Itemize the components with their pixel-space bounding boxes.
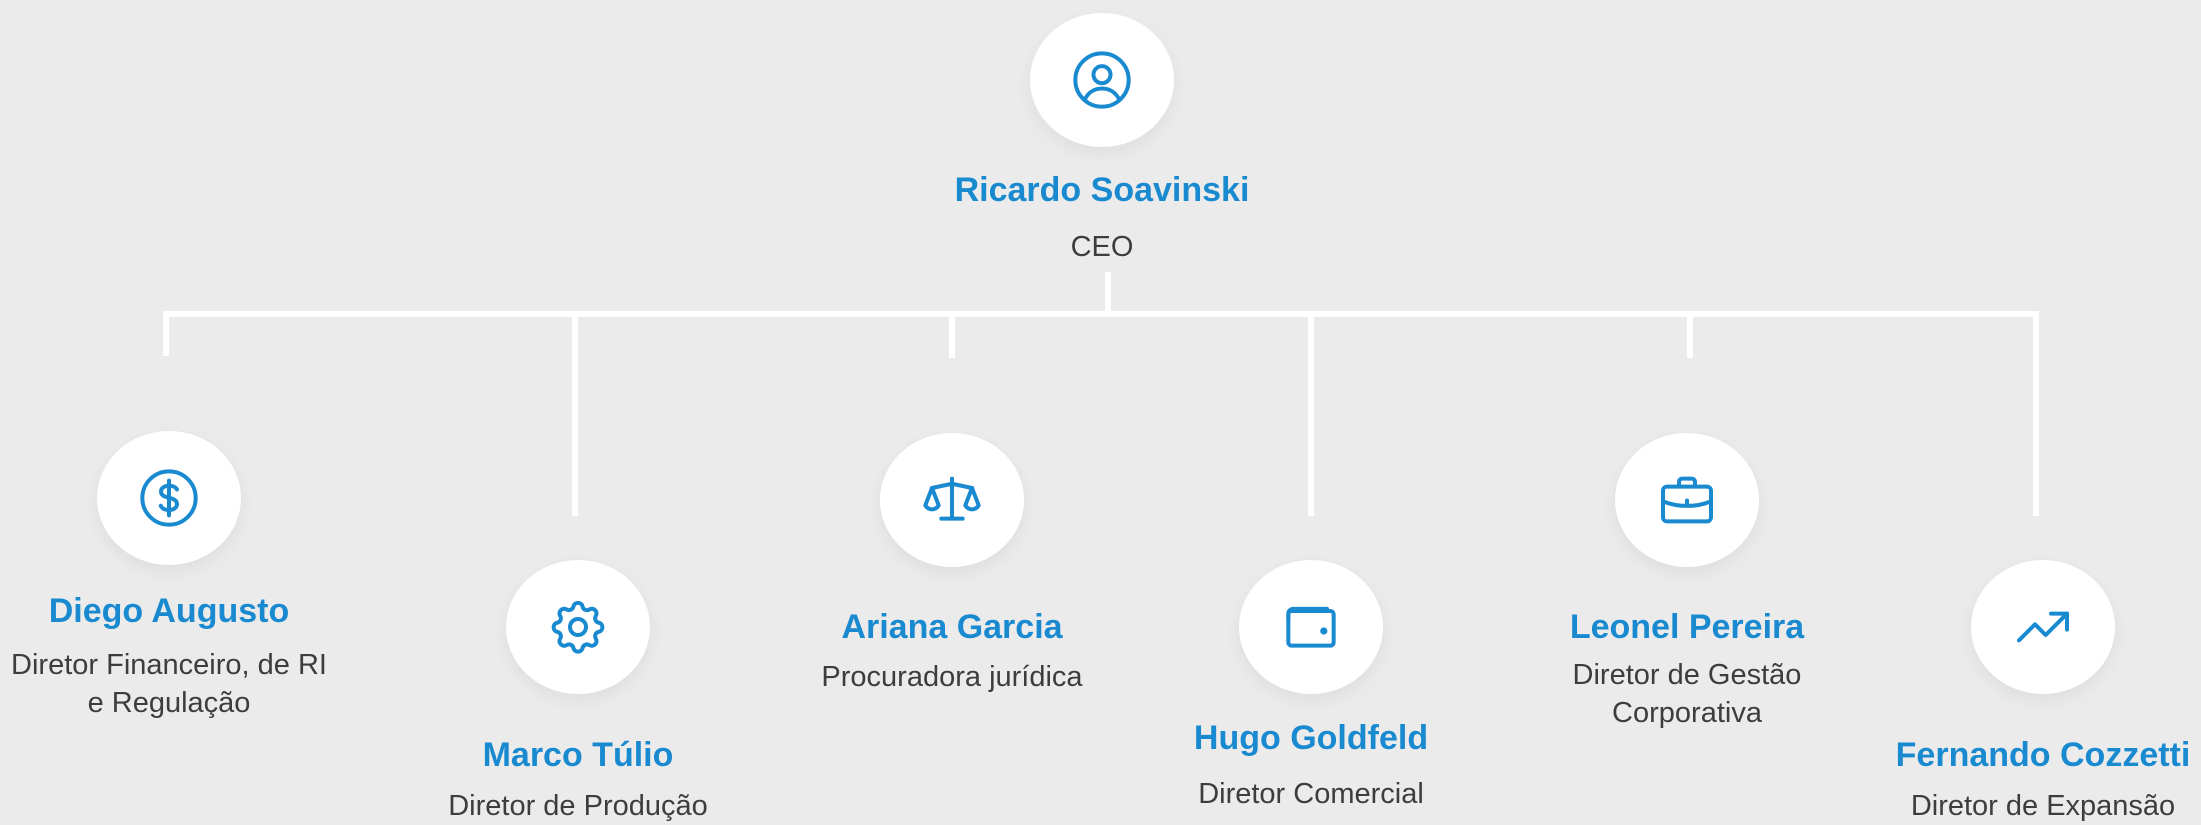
director-role: Diretor Financeiro, de RI e Regulação — [11, 649, 327, 719]
director-name: Hugo Goldfeld — [1193, 719, 1429, 757]
director-icon-circle — [880, 433, 1024, 567]
ceo-icon-circle — [1030, 13, 1174, 147]
director-icon-circle — [1971, 560, 2115, 694]
director-name: Ariana Garcia — [841, 608, 1063, 646]
director-role: Diretor Comercial — [1198, 778, 1424, 810]
director-name: Fernando Cozzetti — [1895, 736, 2191, 774]
dollar-icon — [140, 469, 198, 527]
wallet-icon — [1286, 606, 1336, 648]
director-role: Procuradora jurídica — [821, 661, 1083, 693]
gear-icon — [551, 600, 605, 654]
director-icon-circle — [1615, 433, 1759, 567]
director-icon-circle — [1239, 560, 1383, 694]
director-name: Marco Túlio — [482, 736, 674, 774]
briefcase-icon — [1661, 476, 1713, 524]
scale-icon — [923, 476, 981, 521]
director-icon-circle — [97, 431, 241, 565]
director-icon-circle — [506, 560, 650, 694]
director-role: Diretor de Expansão — [1910, 790, 2176, 822]
user-icon — [1073, 51, 1131, 109]
director-name: Diego Augusto — [48, 592, 290, 630]
ceo-role: CEO — [1070, 231, 1134, 263]
trending-up-icon — [2017, 611, 2069, 643]
director-role: Diretor de Produção — [448, 790, 708, 822]
ceo-name: Ricardo Soavinski — [954, 171, 1250, 209]
director-name: Leonel Pereira — [1569, 608, 1805, 646]
director-role: Diretor de Gestão Corporativa — [1572, 659, 1802, 729]
